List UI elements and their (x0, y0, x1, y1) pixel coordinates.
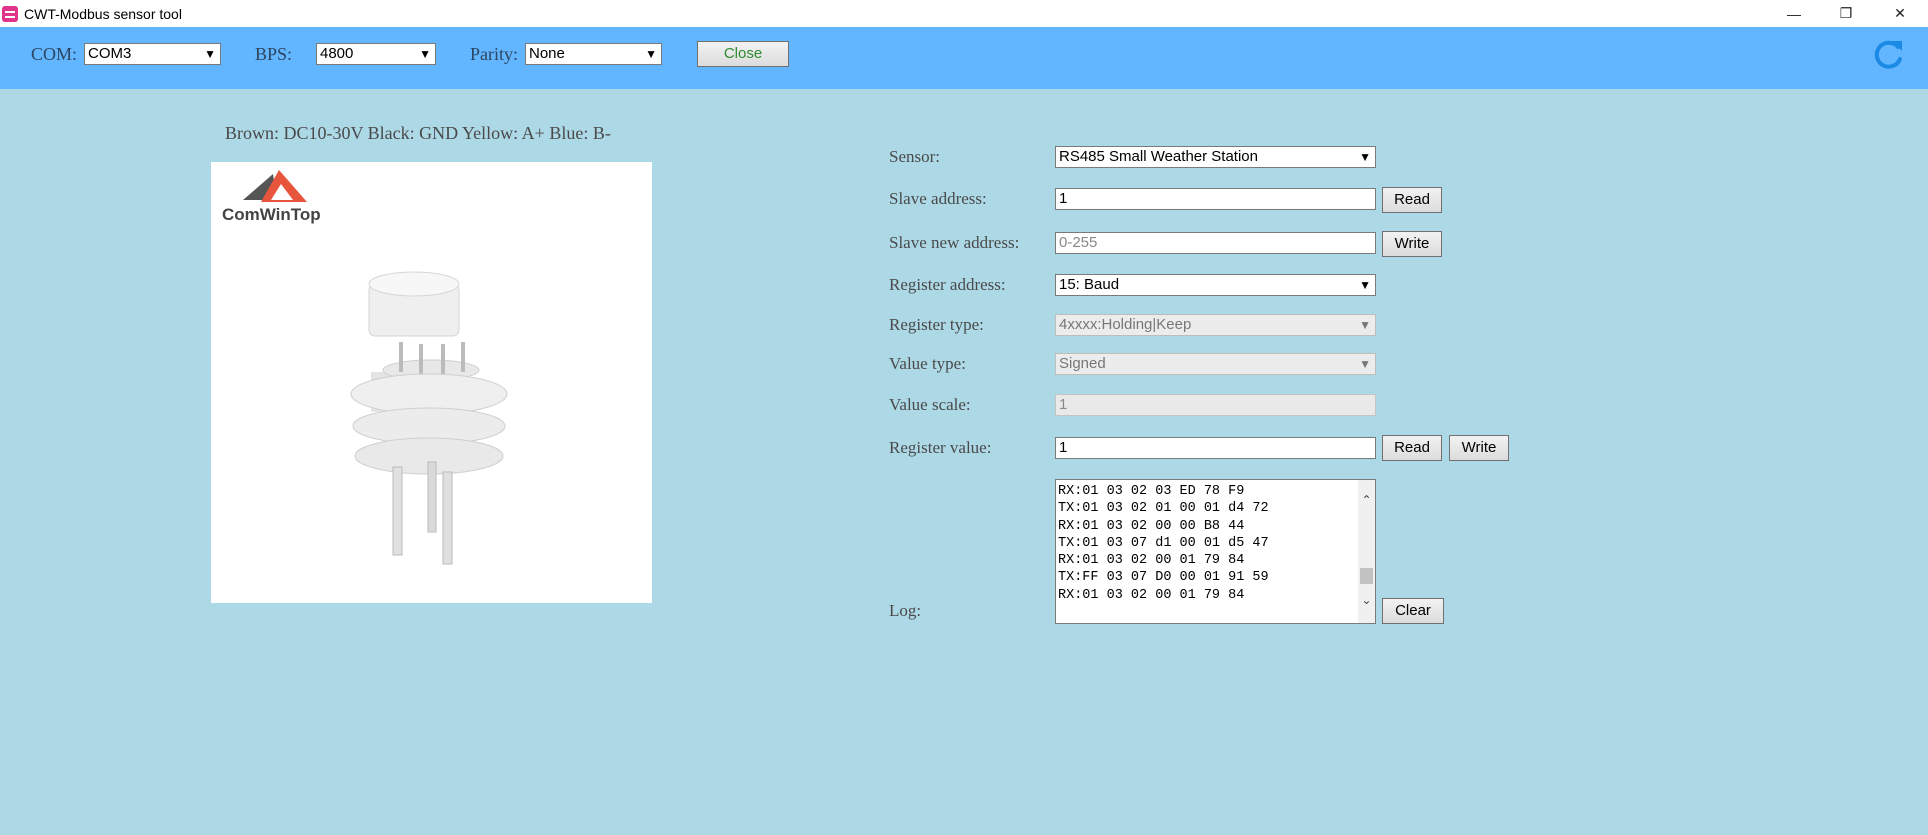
weather-station-device (350, 271, 508, 565)
chevron-down-icon: ▼ (419, 47, 431, 61)
sensor-select[interactable]: RS485 Small Weather Station ▼ (1055, 146, 1376, 168)
sensor-image: ComWinTop (211, 162, 652, 603)
window-title: CWT-Modbus sensor tool (24, 5, 182, 22)
value-type-select: Signed ▼ (1055, 353, 1376, 375)
log-line: TX:01 03 02 01 00 01 d4 72 (1058, 501, 1269, 517)
restore-button[interactable]: ❐ (1820, 0, 1872, 27)
read-register-button[interactable]: Read (1382, 435, 1442, 461)
refresh-icon[interactable] (1870, 37, 1906, 73)
register-type-select: 4xxxx:Holding|Keep ▼ (1055, 314, 1376, 336)
slave-new-address-label: Slave new address: (889, 233, 1020, 252)
log-textarea[interactable]: RX:01 03 02 03 ED 78 F9 TX:01 03 02 01 0… (1055, 479, 1376, 624)
chevron-down-icon: ▼ (1359, 150, 1371, 164)
connection-toolbar: COM: COM3 ▼ BPS: 4800 ▼ Parity: None ▼ C… (0, 27, 1928, 89)
product-illustration: ComWinTop (222, 170, 508, 565)
value-scale-input: 1 (1055, 394, 1376, 416)
sensor-label: Sensor: (889, 147, 940, 166)
chevron-down-icon: ▼ (1359, 278, 1371, 292)
bps-value: 4800 (320, 45, 354, 62)
close-port-button[interactable]: Close (697, 41, 789, 67)
register-address-select[interactable]: 15: Baud ▼ (1055, 274, 1376, 296)
chevron-down-icon: ▼ (1359, 318, 1371, 332)
log-line: TX:01 03 07 d1 00 01 d5 47 (1058, 535, 1269, 551)
log-line: RX:01 03 02 00 00 B8 44 (1058, 518, 1245, 534)
scroll-up-icon[interactable]: ⌃ (1358, 492, 1375, 509)
chevron-down-icon: ▼ (645, 47, 657, 61)
clear-log-button[interactable]: Clear (1382, 598, 1444, 624)
log-label: Log: (889, 601, 922, 620)
slave-address-label: Slave address: (889, 189, 987, 208)
parity-select[interactable]: None ▼ (525, 43, 662, 65)
register-value-label: Register value: (889, 438, 992, 457)
log-line: RX:01 03 02 00 01 79 84 (1058, 587, 1245, 603)
minimize-button[interactable]: — (1768, 0, 1820, 27)
scroll-thumb[interactable] (1360, 568, 1373, 584)
bps-select[interactable]: 4800 ▼ (316, 43, 436, 65)
log-line: RX:01 03 02 00 01 79 84 (1058, 553, 1245, 569)
register-type-value: 4xxxx:Holding|Keep (1059, 316, 1192, 333)
read-slave-button[interactable]: Read (1382, 187, 1442, 213)
bps-label: BPS: (255, 44, 293, 64)
com-label: COM: (31, 44, 78, 64)
slave-address-input[interactable]: 1 (1055, 188, 1376, 210)
slave-new-address-input[interactable]: 0-255 (1055, 232, 1376, 254)
value-scale-label: Value scale: (889, 395, 971, 414)
log-line: RX:01 03 02 03 ED 78 F9 (1058, 484, 1245, 499)
register-type-label: Register type: (889, 315, 984, 334)
sensor-value: RS485 Small Weather Station (1059, 148, 1258, 165)
title-bar: CWT-Modbus sensor tool — ❐ ✕ (0, 0, 1928, 27)
scroll-down-icon[interactable]: ⌄ (1358, 592, 1375, 609)
register-address-value: 15: Baud (1059, 276, 1120, 293)
parity-label: Parity: (470, 44, 518, 64)
value-type-value: Signed (1059, 355, 1106, 372)
write-slave-button[interactable]: Write (1382, 231, 1442, 257)
register-address-label: Register address: (889, 275, 1006, 294)
register-value-input[interactable]: 1 (1055, 437, 1376, 459)
write-register-button[interactable]: Write (1449, 435, 1509, 461)
wiring-info: Brown: DC10-30V Black: GND Yellow: A+ Bl… (225, 123, 611, 143)
com-value: COM3 (88, 45, 132, 62)
value-type-label: Value type: (889, 354, 966, 373)
app-icon (2, 5, 18, 22)
log-line: TX:FF 03 07 D0 00 01 91 59 (1058, 570, 1269, 586)
parity-value: None (529, 45, 565, 62)
chevron-down-icon: ▼ (204, 47, 216, 61)
close-window-button[interactable]: ✕ (1874, 0, 1926, 27)
com-select[interactable]: COM3 ▼ (84, 43, 221, 65)
chevron-down-icon: ▼ (1359, 357, 1371, 371)
log-scrollbar[interactable]: ⌃ ⌄ (1358, 480, 1375, 623)
brand-logo (243, 170, 307, 202)
brand-text: ComWinTop (222, 205, 321, 224)
